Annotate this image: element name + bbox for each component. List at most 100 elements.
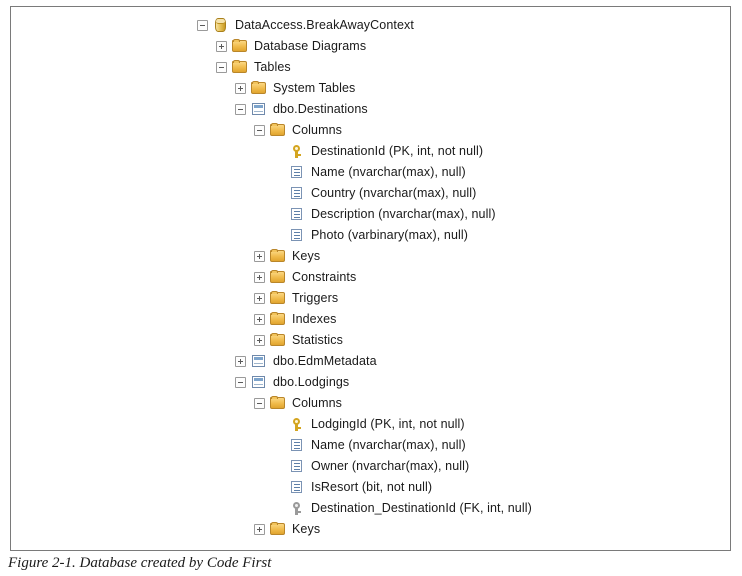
expand-icon[interactable] [254,314,265,325]
expand-icon[interactable] [235,83,246,94]
tree-node-label: dbo.Destinations [273,102,368,116]
tree-node-label: Keys [292,249,321,263]
tree-node-label: Constraints [292,270,357,284]
tree-node[interactable]: dbo.Lodgings [11,372,730,393]
tree-node[interactable]: Name (nvarchar(max), null) [11,435,730,456]
folder-icon [270,333,286,348]
expand-icon[interactable] [254,293,265,304]
tree-node-label: Columns [292,396,343,410]
folder-icon [270,270,286,285]
tree-node[interactable]: Country (nvarchar(max), null) [11,183,730,204]
object-explorer-tree[interactable]: DataAccess.BreakAwayContext Database Diag… [11,15,730,540]
tree-node-label: dbo.EdmMetadata [273,354,377,368]
tree-node-label: Owner (nvarchar(max), null) [311,459,470,473]
column-icon [289,480,305,495]
tree-node[interactable]: Tables [11,57,730,78]
column-icon [289,228,305,243]
tree-node-label: IsResort (bit, not null) [311,480,433,494]
tree-node[interactable]: LodgingId (PK, int, not null) [11,414,730,435]
tree-node[interactable]: Database Diagrams [11,36,730,57]
tree-node-label: Statistics [292,333,344,347]
expand-icon[interactable] [254,524,265,535]
table-icon [251,375,267,390]
tree-node[interactable]: Indexes [11,309,730,330]
tree-node[interactable]: Description (nvarchar(max), null) [11,204,730,225]
tree-node[interactable]: Triggers [11,288,730,309]
folder-icon [270,123,286,138]
tree-node-label: Keys [292,522,321,536]
expand-icon[interactable] [235,356,246,367]
tree-node[interactable]: DestinationId (PK, int, not null) [11,141,730,162]
tree-node-label: Tables [254,60,291,74]
collapse-icon[interactable] [197,20,208,31]
tree-node[interactable]: IsResort (bit, not null) [11,477,730,498]
figure-caption: Figure 2-1. Database created by Code Fir… [8,555,272,571]
tree-node[interactable]: dbo.Destinations [11,99,730,120]
folder-icon [270,291,286,306]
tree-node[interactable]: Columns [11,393,730,414]
folder-icon [270,249,286,264]
tree-node[interactable]: Photo (varbinary(max), null) [11,225,730,246]
collapse-icon[interactable] [235,104,246,115]
tree-node-label: Columns [292,123,343,137]
column-icon [289,207,305,222]
figure-image-frame: DataAccess.BreakAwayContext Database Diag… [10,6,731,551]
tree-node[interactable]: Statistics [11,330,730,351]
expand-icon[interactable] [216,41,227,52]
tree-node-label: Triggers [292,291,339,305]
tree-node[interactable]: Columns [11,120,730,141]
table-icon [251,354,267,369]
folder-icon [270,312,286,327]
tree-node[interactable]: dbo.EdmMetadata [11,351,730,372]
column-icon [289,165,305,180]
tree-node-label: Destination_DestinationId (FK, int, null… [311,501,532,515]
expand-icon[interactable] [254,272,265,283]
collapse-icon[interactable] [235,377,246,388]
tree-node-label: Country (nvarchar(max), null) [311,186,477,200]
tree-node-label: DataAccess.BreakAwayContext [235,18,414,32]
tree-node-label: Photo (varbinary(max), null) [311,228,469,242]
tree-node-label: dbo.Lodgings [273,375,350,389]
expand-icon[interactable] [254,335,265,346]
tree-node[interactable]: Keys [11,519,730,540]
tree-node[interactable]: Keys [11,246,730,267]
folder-icon [270,396,286,411]
tree-node[interactable]: Owner (nvarchar(max), null) [11,456,730,477]
tree-node[interactable]: System Tables [11,78,730,99]
tree-node-label: Database Diagrams [254,39,367,53]
tree-node[interactable]: Constraints [11,267,730,288]
folder-icon [232,60,248,75]
primary-key-icon [289,144,305,159]
expand-icon[interactable] [254,251,265,262]
tree-node-label: Name (nvarchar(max), null) [311,438,466,452]
column-icon [289,459,305,474]
tree-node[interactable]: Destination_DestinationId (FK, int, null… [11,498,730,519]
tree-node-label: Description (nvarchar(max), null) [311,207,496,221]
column-icon [289,186,305,201]
collapse-icon[interactable] [254,398,265,409]
table-icon [251,102,267,117]
tree-node[interactable]: DataAccess.BreakAwayContext [11,15,730,36]
tree-node-label: Indexes [292,312,337,326]
collapse-icon[interactable] [216,62,227,73]
tree-node-label: LodgingId (PK, int, not null) [311,417,465,431]
collapse-icon[interactable] [254,125,265,136]
column-icon [289,438,305,453]
primary-key-icon [289,417,305,432]
database-icon [213,18,229,33]
foreign-key-icon [289,501,305,516]
tree-node[interactable]: Name (nvarchar(max), null) [11,162,730,183]
folder-icon [251,81,267,96]
tree-node-label: DestinationId (PK, int, not null) [311,144,484,158]
tree-node-label: Name (nvarchar(max), null) [311,165,466,179]
